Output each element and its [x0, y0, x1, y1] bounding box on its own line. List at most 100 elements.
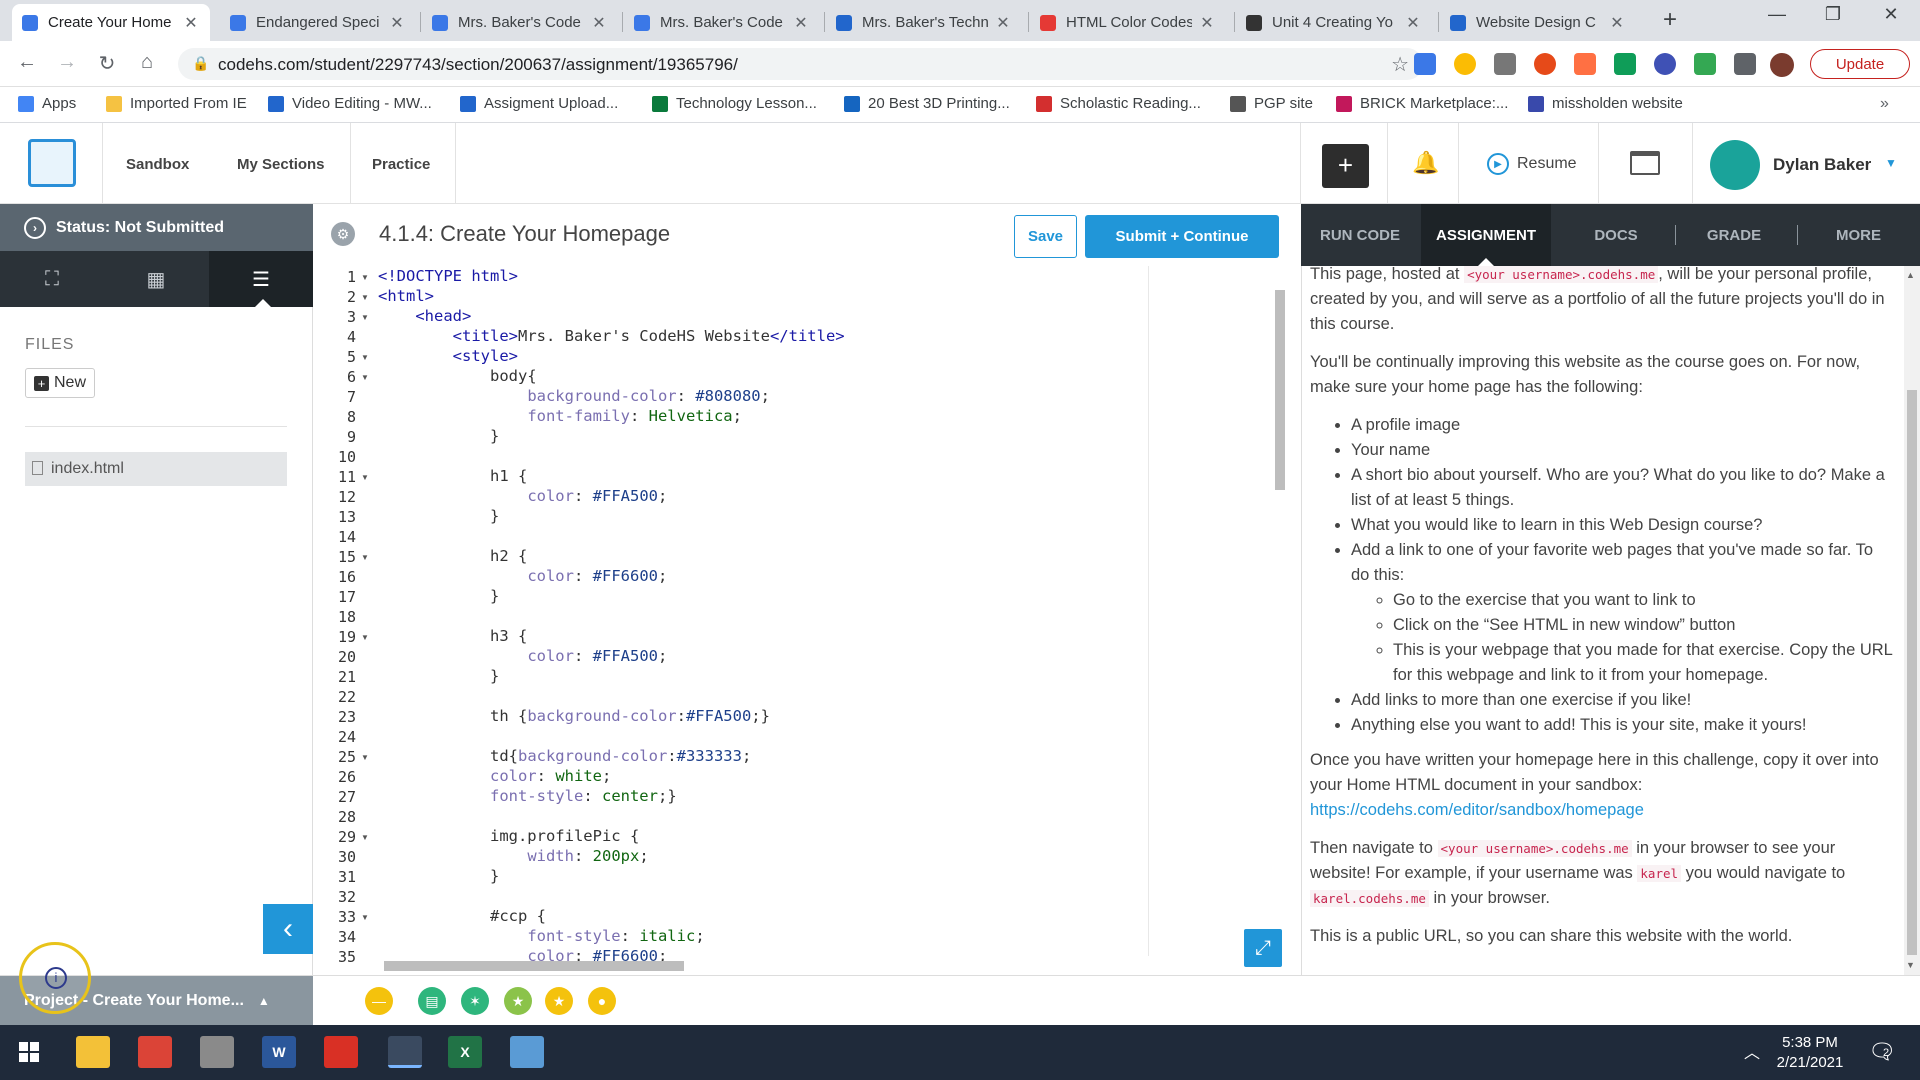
nav-sandbox[interactable]: Sandbox	[126, 156, 189, 173]
user-name[interactable]: Dylan Baker	[1773, 155, 1871, 175]
fold-arrow-icon[interactable]: ▼	[361, 473, 369, 482]
chevron-down-icon[interactable]: ▼	[1885, 156, 1897, 170]
maximize-window-icon[interactable]: ❐	[1810, 4, 1856, 25]
bookmark-item[interactable]: Assigment Upload...	[460, 95, 618, 112]
codehs-logo[interactable]	[28, 139, 76, 187]
fold-arrow-icon[interactable]: ▼	[361, 273, 369, 282]
hint-circle-icon[interactable]: ✶	[461, 987, 489, 1015]
bookmark-item[interactable]: missholden website	[1528, 95, 1683, 112]
code-editor[interactable]: 1 ▼ 2 ▼ 3 ▼ 4 5 ▼ 6 ▼ 7 8 9 10 11 ▼ 12 13 14 15 ▼ 16 17 18 19 ▼ 20 2…	[314, 266, 1300, 975]
tab-docs[interactable]: DOCS	[1561, 204, 1671, 266]
editor-horizontal-scrollbar[interactable]	[374, 958, 1284, 972]
nav-practice[interactable]: Practice	[372, 156, 430, 173]
screen-recorder-icon[interactable]	[388, 1036, 422, 1068]
close-window-icon[interactable]: ✕	[1868, 4, 1914, 25]
media-icon[interactable]	[200, 1036, 234, 1068]
bookmark-star-icon[interactable]: ☆	[1391, 52, 1409, 77]
gear-icon[interactable]: ⚙	[331, 222, 355, 246]
close-tab-icon[interactable]: ✕	[182, 13, 200, 33]
browser-tab[interactable]: Endangered Speci ✕	[220, 4, 416, 41]
minimize-window-icon[interactable]: —	[1754, 4, 1800, 25]
files-list-icon[interactable]: ☰	[209, 251, 313, 307]
yellow-circle-icon[interactable]: ●	[588, 987, 616, 1015]
resume-button[interactable]: ▶ Resume	[1487, 153, 1577, 175]
bookmarks-overflow-icon[interactable]: »	[1880, 95, 1889, 113]
reload-icon[interactable]: ↻	[94, 51, 120, 76]
notification-icon[interactable]: 🗨 2	[1868, 1039, 1896, 1065]
collapse-sidebar-button[interactable]: ‹	[263, 904, 313, 954]
back-icon[interactable]: ←	[14, 51, 40, 74]
browser-tab[interactable]: Unit 4 Creating Yo ✕	[1236, 4, 1432, 41]
browser-tab[interactable]: Create Your Home ✕	[12, 4, 210, 41]
tab-more[interactable]: MORE	[1801, 204, 1916, 266]
close-tab-icon[interactable]: ✕	[1198, 13, 1216, 33]
extension-new-icon[interactable]	[1534, 53, 1556, 75]
browser-tab[interactable]: Mrs. Baker's Code ✕	[422, 4, 618, 41]
fold-arrow-icon[interactable]: ▼	[361, 293, 369, 302]
extension-icon[interactable]	[1654, 53, 1676, 75]
assignment-scrollbar[interactable]	[1904, 266, 1920, 975]
bookmark-item[interactable]: Imported From IE	[106, 95, 247, 112]
close-tab-icon[interactable]: ✕	[792, 13, 810, 33]
windows-start-icon[interactable]	[12, 1036, 46, 1068]
calendar-tab-icon[interactable]: ▦	[104, 251, 208, 307]
clock[interactable]: 5:38 PM 2/21/2021	[1760, 1033, 1860, 1073]
close-tab-icon[interactable]: ✕	[994, 13, 1012, 33]
file-item-index[interactable]: index.html	[25, 452, 287, 486]
docs-circle-icon[interactable]: ▤	[418, 987, 446, 1015]
calendar-icon[interactable]	[1630, 151, 1660, 175]
tab-grade[interactable]: GRADE	[1679, 204, 1789, 266]
close-tab-icon[interactable]: ✕	[388, 13, 406, 33]
new-tab-button[interactable]: +	[1655, 6, 1685, 34]
fold-arrow-icon[interactable]: ▼	[361, 633, 369, 642]
acrobat-icon[interactable]	[324, 1036, 358, 1068]
bookmark-item[interactable]: PGP site	[1230, 95, 1313, 112]
home-icon[interactable]: ⌂	[134, 51, 160, 74]
bookmark-item[interactable]: Video Editing - MW...	[268, 95, 432, 112]
close-tab-icon[interactable]: ✕	[1404, 13, 1422, 33]
extensions-puzzle-icon[interactable]	[1734, 53, 1756, 75]
minimize-circle-icon[interactable]: —	[365, 987, 393, 1015]
bookmark-item[interactable]: 20 Best 3D Printing...	[844, 95, 1010, 112]
browser-tab[interactable]: Mrs. Baker's Techn ✕	[826, 4, 1022, 41]
bookmark-item[interactable]: Apps	[18, 95, 76, 112]
fold-arrow-icon[interactable]: ▼	[361, 353, 369, 362]
paint-icon[interactable]	[510, 1036, 544, 1068]
bell-icon[interactable]: 🔔	[1412, 150, 1439, 176]
tray-chevron-up-icon[interactable]: ︿	[1744, 1039, 1760, 1063]
tab-assignment[interactable]: ASSIGNMENT	[1421, 204, 1551, 266]
forward-icon[interactable]: →	[54, 51, 80, 74]
fold-arrow-icon[interactable]: ▼	[361, 313, 369, 322]
browser-tab[interactable]: Website Design C ✕	[1440, 4, 1636, 41]
editor-vertical-scrollbar[interactable]	[1272, 276, 1286, 961]
bookmark-item[interactable]: BRICK Marketplace:...	[1336, 95, 1508, 112]
expand-icon[interactable]: ⤢	[1244, 929, 1282, 967]
bookmark-item[interactable]: Technology Lesson...	[652, 95, 817, 112]
drive-extension-icon[interactable]	[1454, 53, 1476, 75]
sheets-extension-icon[interactable]	[1614, 53, 1636, 75]
update-button[interactable]: Update	[1810, 49, 1910, 79]
fold-arrow-icon[interactable]: ▼	[361, 833, 369, 842]
star-circle-icon[interactable]: ★	[504, 987, 532, 1015]
excel-icon[interactable]: X	[448, 1036, 482, 1068]
submit-continue-button[interactable]: Submit + Continue	[1085, 215, 1279, 258]
scroll-down-icon[interactable]: ▼	[1906, 960, 1915, 970]
new-file-button[interactable]: + New	[25, 368, 95, 398]
fold-arrow-icon[interactable]: ▼	[361, 373, 369, 382]
create-plus-button[interactable]: +	[1322, 144, 1369, 188]
fold-arrow-icon[interactable]: ▼	[361, 913, 369, 922]
gold-star-circle-icon[interactable]: ★	[545, 987, 573, 1015]
scroll-up-icon[interactable]: ▲	[1906, 270, 1915, 280]
url-bar[interactable]: 🔒 codehs.com/student/2297743/section/200…	[178, 48, 1423, 80]
info-icon[interactable]: i	[45, 967, 67, 989]
close-tab-icon[interactable]: ✕	[590, 13, 608, 33]
close-tab-icon[interactable]: ✕	[1608, 13, 1626, 33]
browser-tab[interactable]: HTML Color Codes ✕	[1030, 4, 1226, 41]
extension-icon[interactable]	[1494, 53, 1516, 75]
browser-tab[interactable]: Mrs. Baker's Code ✕	[624, 4, 820, 41]
extension-icon[interactable]	[1414, 53, 1436, 75]
extension-icon[interactable]	[1694, 53, 1716, 75]
chrome-icon[interactable]	[138, 1036, 172, 1068]
user-avatar[interactable]	[1710, 140, 1760, 190]
profile-avatar[interactable]	[1770, 53, 1794, 77]
